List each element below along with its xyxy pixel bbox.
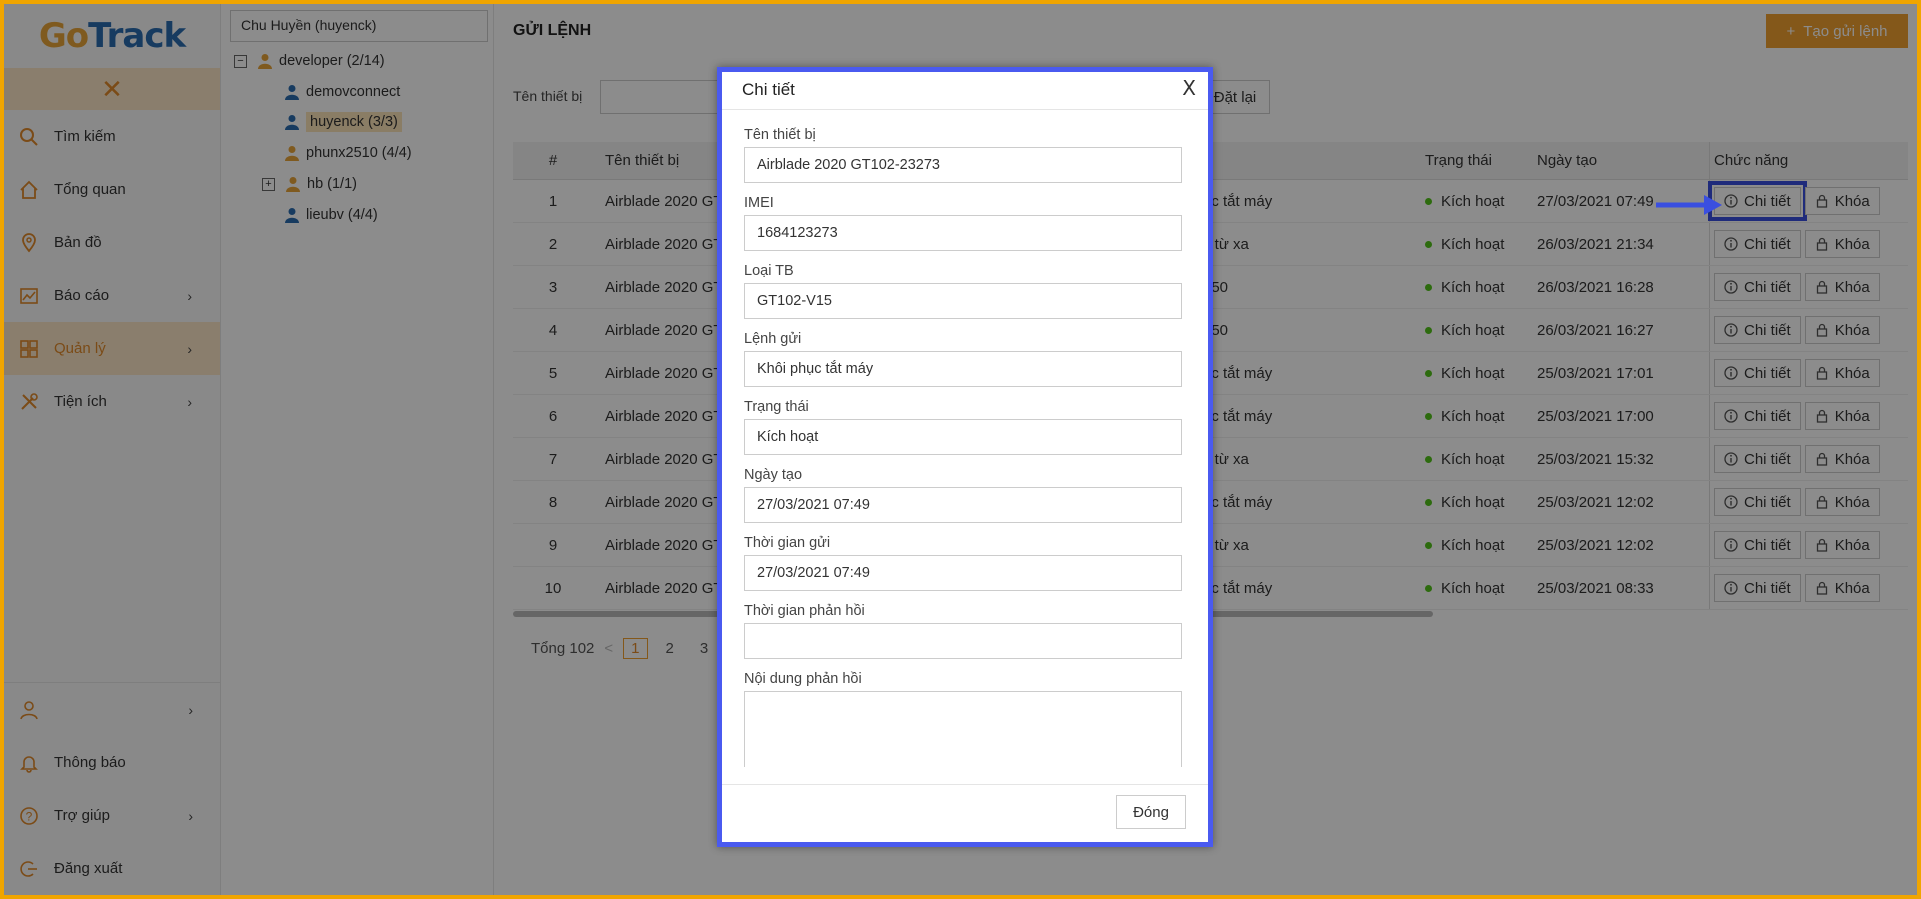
detail-modal: Chi tiết X Tên thiết bị Airblade 2020 GT… xyxy=(717,67,1213,847)
modal-title: Chi tiết xyxy=(742,80,795,99)
field-label: Loại TB xyxy=(744,263,794,279)
field-value-input[interactable]: GT102-V15 xyxy=(744,283,1182,319)
close-icon[interactable]: X xyxy=(1182,76,1196,100)
field-value-input[interactable]: Khôi phục tắt máy xyxy=(744,351,1182,387)
field-label: Nội dung phản hồi xyxy=(744,671,862,687)
field-label: Tên thiết bị xyxy=(744,127,816,143)
pointer-arrow-icon xyxy=(1656,195,1722,215)
field-value-input[interactable]: 1684123273 xyxy=(744,215,1182,251)
field-value-input[interactable]: 27/03/2021 07:49 xyxy=(744,555,1182,591)
detail-field: Loại TB GT102-V15 xyxy=(744,263,1182,319)
detail-field: Thời gian gửi 27/03/2021 07:49 xyxy=(744,535,1182,591)
field-value-input[interactable]: Airblade 2020 GT102-23273 xyxy=(744,147,1182,183)
detail-field: Thời gian phản hồi xyxy=(744,603,1182,659)
close-button[interactable]: Đóng xyxy=(1116,795,1186,829)
field-label: Lệnh gửi xyxy=(744,331,802,347)
field-value-input[interactable]: Kích hoạt xyxy=(744,419,1182,455)
field-label: Ngày tạo xyxy=(744,467,803,483)
detail-field: Lệnh gửi Khôi phục tắt máy xyxy=(744,331,1182,387)
field-value-input[interactable] xyxy=(744,623,1182,659)
modal-body: Tên thiết bị Airblade 2020 GT102-23273 IM… xyxy=(744,127,1182,767)
field-label: Trạng thái xyxy=(744,399,809,415)
detail-field: IMEI 1684123273 xyxy=(744,195,1182,251)
field-label: Thời gian phản hồi xyxy=(744,603,865,619)
detail-field: Tên thiết bị Airblade 2020 GT102-23273 xyxy=(744,127,1182,183)
field-label: IMEI xyxy=(744,195,774,211)
field-response-content: Nội dung phản hồi xyxy=(744,671,1182,767)
modal-footer: Đóng xyxy=(722,784,1208,842)
detail-field: Trạng thái Kích hoạt xyxy=(744,399,1182,455)
field-value-input[interactable]: 27/03/2021 07:49 xyxy=(744,487,1182,523)
detail-field: Ngày tạo 27/03/2021 07:49 xyxy=(744,467,1182,523)
app-frame: Go Track ✕ Tìm kiếm Tổng quan Bản đồ Báo … xyxy=(0,0,1921,899)
modal-header: Chi tiết X xyxy=(722,72,1208,110)
response-content-textarea[interactable] xyxy=(744,691,1182,767)
field-label: Thời gian gửi xyxy=(744,535,831,551)
